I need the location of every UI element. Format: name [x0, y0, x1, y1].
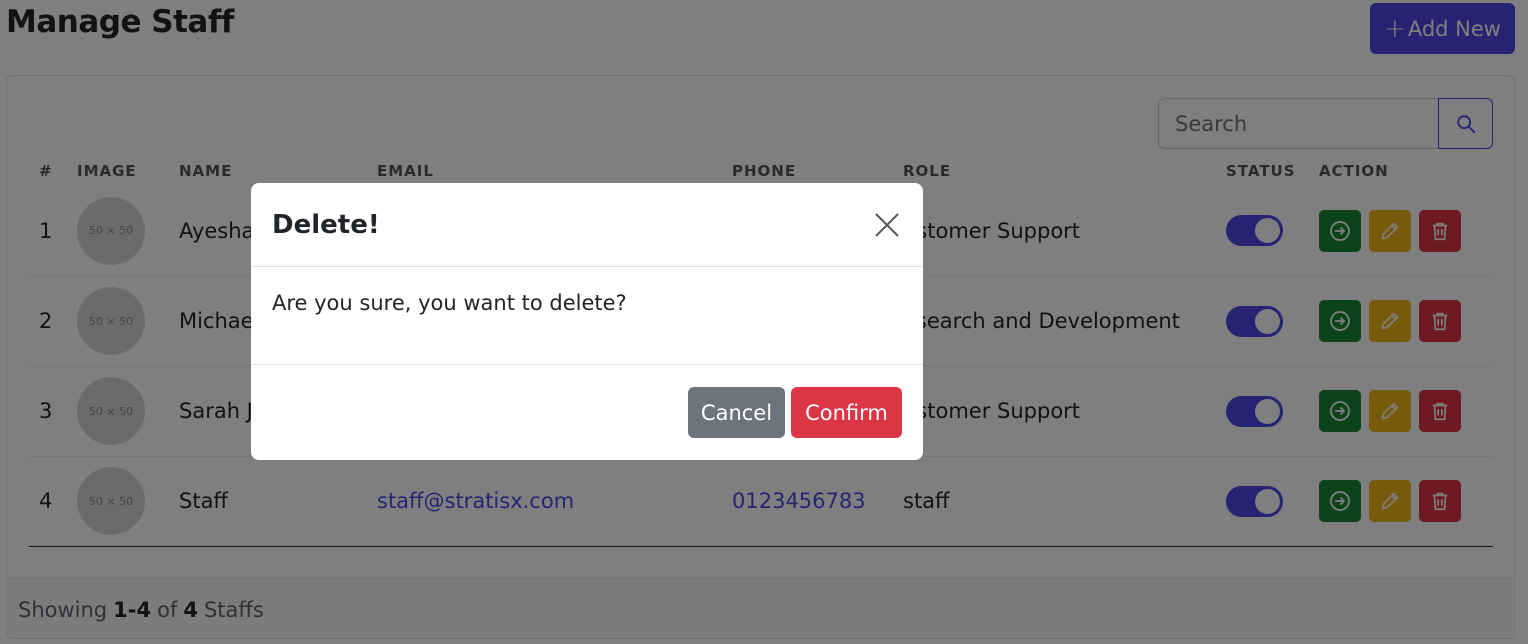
modal-footer: Cancel Confirm [251, 365, 923, 460]
modal-header: Delete! [251, 183, 923, 267]
close-button[interactable] [872, 210, 902, 240]
modal-message: Are you sure, you want to delete? [251, 267, 923, 365]
modal-title: Delete! [272, 209, 380, 240]
delete-modal: Delete! Are you sure, you want to delete… [251, 183, 923, 460]
close-icon [875, 212, 899, 237]
confirm-button[interactable]: Confirm [791, 387, 902, 438]
cancel-button[interactable]: Cancel [688, 387, 785, 438]
